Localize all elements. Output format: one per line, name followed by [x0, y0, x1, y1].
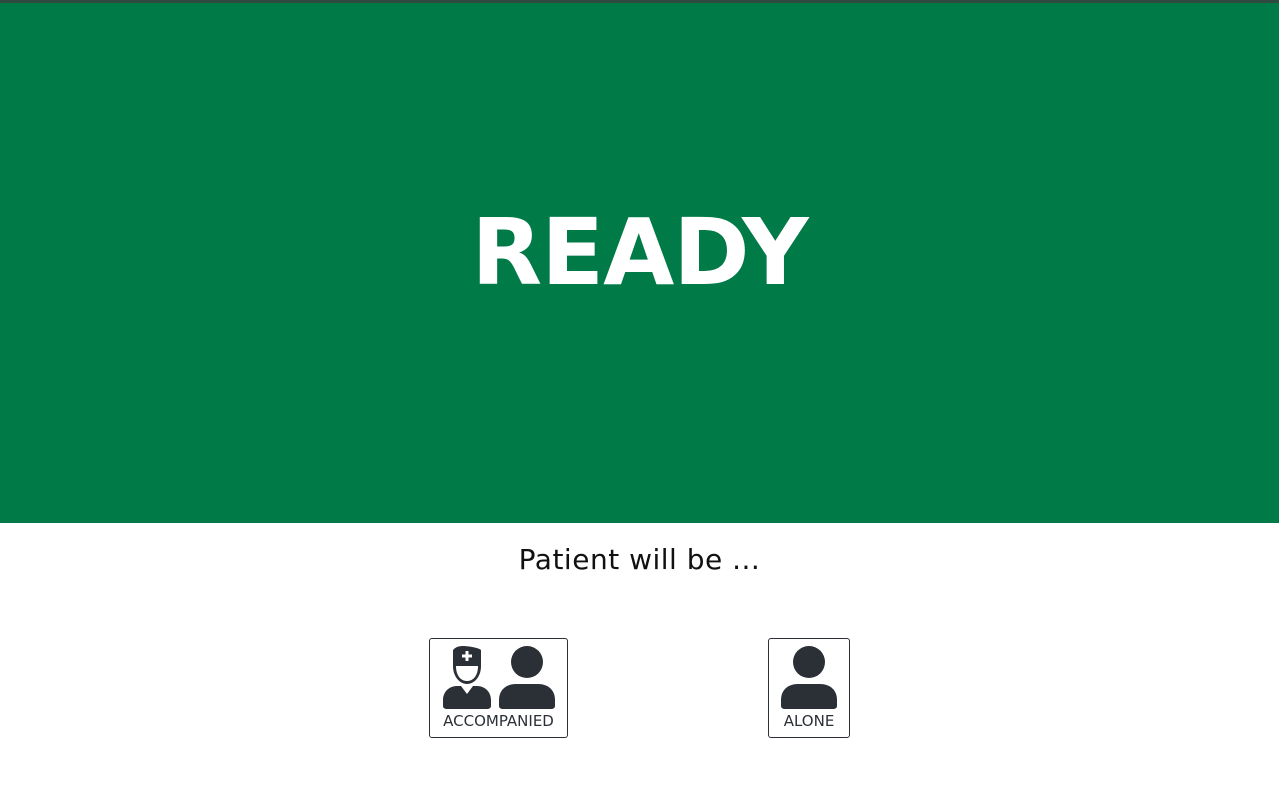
accompanied-icon-group — [430, 644, 567, 710]
accompanied-label: ACCOMPANIED — [443, 712, 554, 730]
person-icon — [781, 646, 837, 709]
prompt-text: Patient will be ... — [518, 543, 761, 576]
nurse-icon — [442, 646, 491, 709]
alone-label: ALONE — [783, 712, 835, 730]
status-text: READY — [471, 199, 808, 306]
accompanied-button[interactable]: ACCOMPANIED — [429, 638, 568, 738]
nurse-and-person-icon — [442, 646, 555, 709]
alone-button[interactable]: ALONE — [768, 638, 850, 738]
person-icon — [498, 646, 555, 709]
alone-icon-group — [769, 644, 849, 710]
